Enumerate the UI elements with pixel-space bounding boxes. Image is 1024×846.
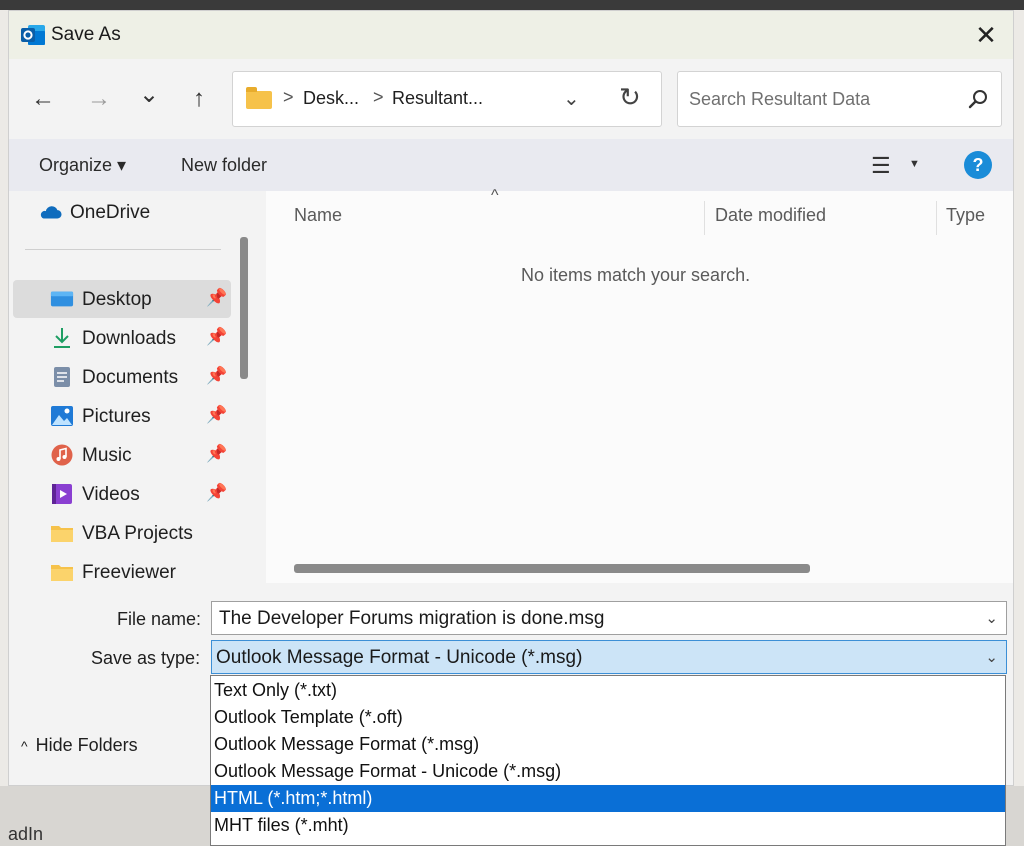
save-as-type-value: Outlook Message Format - Unicode (*.msg) [216,647,583,668]
arrow-right-icon: → [87,85,111,112]
sort-ascending-icon: ^ [491,187,499,204]
video-icon [52,484,72,504]
background-window-top [0,0,1024,10]
sidebar-item-label: Videos [82,484,140,505]
type-option[interactable]: Outlook Template (*.oft) [211,704,1005,731]
column-header-name[interactable]: Name [294,205,342,226]
chevron-up-icon: ^ [21,738,28,754]
breadcrumb-desktop[interactable]: Desk... [303,88,359,109]
search-input[interactable]: Search Resultant Data [689,89,870,110]
up-button[interactable]: ↑ [183,83,215,115]
address-bar[interactable]: > Desk... > Resultant... ⌄ ↻ [232,71,662,127]
recent-locations-button[interactable]: ⌄ [133,79,165,111]
dialog-title: Save As [51,24,121,45]
sidebar-item-label: Downloads [82,328,176,349]
empty-message: No items match your search. [521,265,751,285]
search-box[interactable]: Search Resultant Data [677,71,1002,127]
column-header-date-modified[interactable]: Date modified [715,205,826,226]
hide-folders-label: Hide Folders [35,735,138,755]
pin-icon[interactable]: 📌 [206,327,227,347]
pin-icon[interactable]: 📌 [206,366,227,386]
cloud-icon [40,206,62,219]
column-header-type[interactable]: Type [946,205,985,226]
sidebar-item-label: Pictures [82,406,151,427]
chevron-down-icon[interactable]: ⌄ [985,609,998,627]
type-option[interactable]: Text Only (*.txt) [211,677,1005,704]
search-icon[interactable] [967,88,989,110]
sidebar-divider [25,249,221,250]
arrow-up-icon: ↑ [193,85,205,112]
outlook-icon [21,25,45,45]
sidebar-item-desktop[interactable]: Desktop 📌 [13,280,231,318]
music-icon [51,444,73,466]
download-icon [54,328,70,348]
list-view-icon[interactable]: ☰ [871,153,891,179]
sidebar-item-freeviewer[interactable]: Freeviewer [13,553,231,583]
save-as-type-select[interactable]: Outlook Message Format - Unicode (*.msg)… [211,640,1007,674]
sidebar-item-onedrive[interactable]: OneDrive [9,193,219,231]
save-as-type-label: Save as type: [91,648,201,668]
type-option[interactable]: Outlook Message Format (*.msg) [211,731,1005,758]
sidebar-item-videos[interactable]: Videos 📌 [13,475,231,513]
type-option[interactable]: MHT files (*.mht) [211,812,1005,839]
help-icon: ? [972,155,984,175]
command-bar: Organize ▾ New folder ☰ ▼ ? [9,139,1013,191]
back-button[interactable]: ← [27,83,59,115]
title-bar: Save As ✕ [9,11,1013,59]
new-folder-button[interactable]: New folder [181,155,267,176]
pin-icon[interactable]: 📌 [206,444,227,464]
sidebar-item-label: Freeviewer [82,562,176,583]
sidebar-item-label: OneDrive [70,202,151,223]
column-separator[interactable] [704,201,705,235]
close-icon: ✕ [975,20,997,50]
close-button[interactable]: ✕ [969,19,1003,51]
sidebar-item-label: Desktop [82,289,152,310]
file-name-label: File name: [117,609,202,629]
sidebar-item-pictures[interactable]: Pictures 📌 [13,397,231,435]
picture-icon [51,406,73,426]
chevron-down-icon: ⌄ [138,81,160,108]
file-name-field[interactable]: The Developer Forums migration is done.m… [211,601,1007,635]
organize-button[interactable]: Organize ▾ [39,155,126,176]
sidebar-item-vba-projects[interactable]: VBA Projects [13,514,231,552]
sidebar-item-music[interactable]: Music 📌 [13,436,231,474]
sidebar-item-documents[interactable]: Documents 📌 [13,358,231,396]
pin-icon[interactable]: 📌 [206,288,227,308]
view-dropdown-icon[interactable]: ▼ [909,158,920,170]
help-button[interactable]: ? [964,151,992,179]
sidebar-item-label: Documents [82,367,179,388]
breadcrumb-separator: > [373,87,384,107]
chevron-down-icon[interactable]: ⌄ [985,648,998,666]
sidebar-item-label: Music [82,445,132,466]
arrow-left-icon: ← [31,85,55,112]
sidebar-item-downloads[interactable]: Downloads 📌 [13,319,231,357]
folder-icon [51,565,73,581]
desktop-icon [50,291,74,307]
type-option-selected[interactable]: HTML (*.htm;*.html) [211,785,1005,812]
navigation-pane: OneDrive Desktop 📌 Downloads 📌 Documents… [9,191,235,583]
navigation-row: ← → ⌄ ↑ > Desk... > Resultant... ⌄ ↻ Sea… [9,59,1013,139]
save-as-type-dropdown-list: Text Only (*.txt) Outlook Template (*.of… [210,675,1006,846]
sidebar-item-label: VBA Projects [82,523,193,544]
document-icon [54,367,70,387]
background-text: adIn [8,824,44,844]
breadcrumb-resultant[interactable]: Resultant... [392,88,483,109]
pin-icon[interactable]: 📌 [206,483,227,503]
breadcrumb-separator: > [283,87,294,107]
folder-icon [246,87,272,109]
pin-icon[interactable]: 📌 [206,405,227,425]
column-separator[interactable] [936,201,937,235]
navigation-pane-scrollbar[interactable] [240,237,248,379]
folder-icon [51,526,73,542]
file-list-scrollbar[interactable] [294,564,810,573]
refresh-icon[interactable]: ↻ [619,82,641,113]
type-option[interactable]: Outlook Message Format - Unicode (*.msg) [211,758,1005,785]
file-list: ^ Name Date modified Type No items match… [266,187,1013,583]
hide-folders-button[interactable]: ^ Hide Folders [21,735,138,756]
file-name-value[interactable]: The Developer Forums migration is done.m… [219,608,604,630]
save-as-dialog: Save As ✕ ← → ⌄ ↑ > Desk... > Resultant.… [8,10,1014,786]
address-dropdown-icon[interactable]: ⌄ [563,86,580,111]
forward-button[interactable]: → [83,83,115,115]
